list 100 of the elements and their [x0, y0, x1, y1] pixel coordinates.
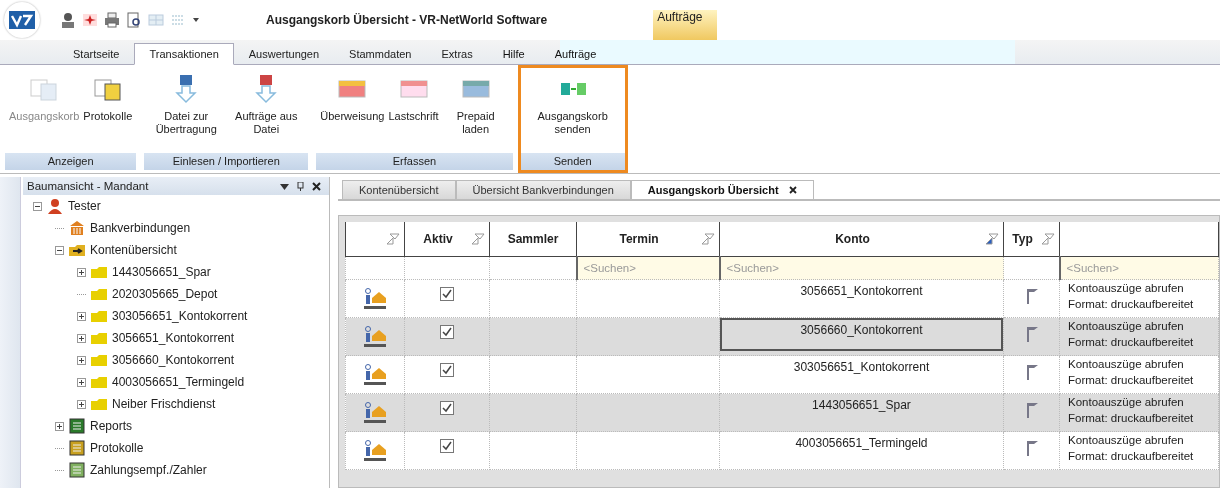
- ribbon-button[interactable]: Protokolle: [81, 70, 135, 127]
- context-tab-label: Aufträge: [653, 10, 718, 40]
- tab-label: Ausgangskorb Übersicht: [647, 184, 779, 196]
- expander-icon[interactable]: [77, 267, 86, 277]
- ribbon-button[interactable]: Ausgangskorb senden: [522, 70, 623, 140]
- ribbon-button[interactable]: Prepaid laden: [440, 70, 511, 140]
- person-icon: [46, 198, 64, 214]
- group-label: Senden: [520, 153, 625, 170]
- close-icon[interactable]: [312, 181, 321, 191]
- window-title: Ausgangskorb Übersicht - VR-NetWorld Software: [266, 13, 548, 27]
- ribbon-tab[interactable]: Aufträge: [539, 43, 612, 65]
- column-header[interactable]: Sammler: [489, 222, 577, 257]
- tree-item[interactable]: 4003056651_Termingeld: [112, 375, 245, 389]
- header-label: Sammler: [506, 232, 560, 246]
- column-header[interactable]: Termin: [576, 222, 720, 257]
- expander-icon[interactable]: [55, 421, 64, 431]
- tree-item[interactable]: 3056660_Kontokorrent: [112, 353, 235, 367]
- ribbon-tab[interactable]: Stammdaten: [334, 43, 427, 65]
- ribbon-tab[interactable]: Startseite: [58, 43, 135, 65]
- header-label: Aktiv: [422, 232, 454, 246]
- pin-tan-icon: [364, 325, 386, 349]
- document-tab[interactable]: Übersicht Bankverbindungen: [455, 180, 631, 199]
- pin-icon[interactable]: [297, 181, 304, 191]
- ribbon-tab[interactable]: Hilfe: [487, 43, 540, 65]
- column-header[interactable]: Aktiv: [404, 222, 490, 257]
- expander-icon[interactable]: [77, 333, 86, 343]
- tree-item[interactable]: 2020305665_Depot: [112, 287, 218, 301]
- table-cell-text: Kontoauszüge abrufen: [1067, 433, 1185, 448]
- column-header[interactable]: Typ: [1003, 222, 1060, 257]
- print-icon[interactable]: [104, 12, 120, 28]
- filter-icon[interactable]: [471, 233, 485, 245]
- column-header[interactable]: [1059, 222, 1219, 257]
- tree-item[interactable]: 3056651_Kontokorrent: [112, 331, 235, 345]
- pin-tan-icon: [364, 363, 386, 387]
- tab-label: Kontenübersicht: [359, 184, 439, 196]
- table-cell-text: Kontoauszüge abrufen: [1067, 319, 1185, 334]
- table-cell: 3056660_Kontokorrent: [720, 318, 1003, 351]
- document-tab[interactable]: Kontenübersicht: [342, 180, 456, 199]
- expander-icon[interactable]: [55, 245, 64, 255]
- folder-icon: [90, 264, 108, 280]
- group-label: Anzeigen: [5, 153, 137, 170]
- tree-item[interactable]: Neiber Frischdienst: [112, 397, 216, 411]
- ribbon-tab[interactable]: Transaktionen: [134, 43, 234, 65]
- tree-item[interactable]: 303056651_Kontokorrent: [112, 309, 248, 323]
- expander-icon[interactable]: [33, 201, 42, 211]
- ribbon-tab[interactable]: Auswertungen: [233, 43, 335, 65]
- table-cell-text: Kontoauszüge abrufen: [1067, 395, 1185, 410]
- table-cell-text: Format: druckaufbereitet: [1067, 373, 1195, 388]
- flag-icon: [1024, 439, 1039, 457]
- tree-item[interactable]: Zahlungsempf./Zahler: [90, 463, 207, 477]
- pin-tan-icon: [364, 439, 386, 463]
- print-preview-icon[interactable]: [126, 12, 142, 28]
- folder-icon: [90, 374, 108, 390]
- ribbon-button[interactable]: Aufträge aus Datei: [226, 70, 307, 140]
- ribbon-button[interactable]: Datei zur Übertragung: [146, 70, 227, 140]
- group-label: Erfassen: [316, 153, 513, 170]
- user-icon[interactable]: [60, 12, 76, 28]
- flag-icon: [1024, 401, 1039, 419]
- table-cell-text: 4003056651_Termingeld: [794, 435, 929, 452]
- report-icon: [68, 418, 86, 434]
- checkbox[interactable]: [440, 401, 454, 415]
- table-cell-text: 3056651_Kontokorrent: [799, 283, 924, 300]
- tree-item[interactable]: Tester: [68, 199, 101, 213]
- folder-icon: [90, 352, 108, 368]
- checkbox[interactable]: [440, 363, 454, 377]
- checkbox[interactable]: [440, 439, 454, 453]
- tree-item[interactable]: 1443056651_Spar: [112, 265, 211, 279]
- header-label: Termin: [618, 232, 660, 246]
- column-header[interactable]: [345, 222, 405, 257]
- filter-icon[interactable]: [1041, 233, 1055, 245]
- checkbox[interactable]: [440, 325, 454, 339]
- tree-item[interactable]: Reports: [90, 419, 133, 433]
- checkbox[interactable]: [440, 287, 454, 301]
- folder-arrow-icon: [68, 242, 86, 258]
- flag-icon: [1024, 325, 1039, 343]
- dropdown-icon[interactable]: [280, 181, 289, 191]
- filter-icon[interactable]: [386, 233, 400, 245]
- column-header[interactable]: Konto: [719, 222, 1004, 257]
- pin-tan-icon: [364, 401, 386, 425]
- group-label: Einlesen / Importieren: [144, 153, 309, 170]
- flag-icon: [1024, 287, 1039, 305]
- filter-icon[interactable]: [985, 233, 999, 245]
- filter-icon[interactable]: [701, 233, 715, 245]
- expander-icon[interactable]: [77, 377, 86, 387]
- ribbon-tab[interactable]: Extras: [426, 43, 488, 65]
- expander-icon[interactable]: [77, 399, 86, 409]
- table-cell-text: 303056651_Kontokorrent: [792, 359, 931, 376]
- bank-icon: [68, 220, 86, 236]
- expander-icon[interactable]: [77, 311, 86, 321]
- close-icon[interactable]: [788, 186, 797, 194]
- tree-item[interactable]: Kontenübersicht: [90, 243, 177, 257]
- table-cell-text: Format: druckaufbereitet: [1067, 297, 1195, 312]
- tree-item[interactable]: Protokolle: [90, 441, 144, 455]
- document-tab[interactable]: Ausgangskorb Übersicht: [630, 180, 814, 199]
- ribbon-button[interactable]: Überweisung: [318, 70, 387, 127]
- table-cell-text: Kontoauszüge abrufen: [1067, 281, 1185, 296]
- expander-icon[interactable]: [77, 355, 86, 365]
- ribbon-button[interactable]: Lastschrift: [386, 70, 441, 127]
- tree-item[interactable]: Bankverbindungen: [90, 221, 191, 235]
- app-logo[interactable]: [4, 2, 40, 38]
